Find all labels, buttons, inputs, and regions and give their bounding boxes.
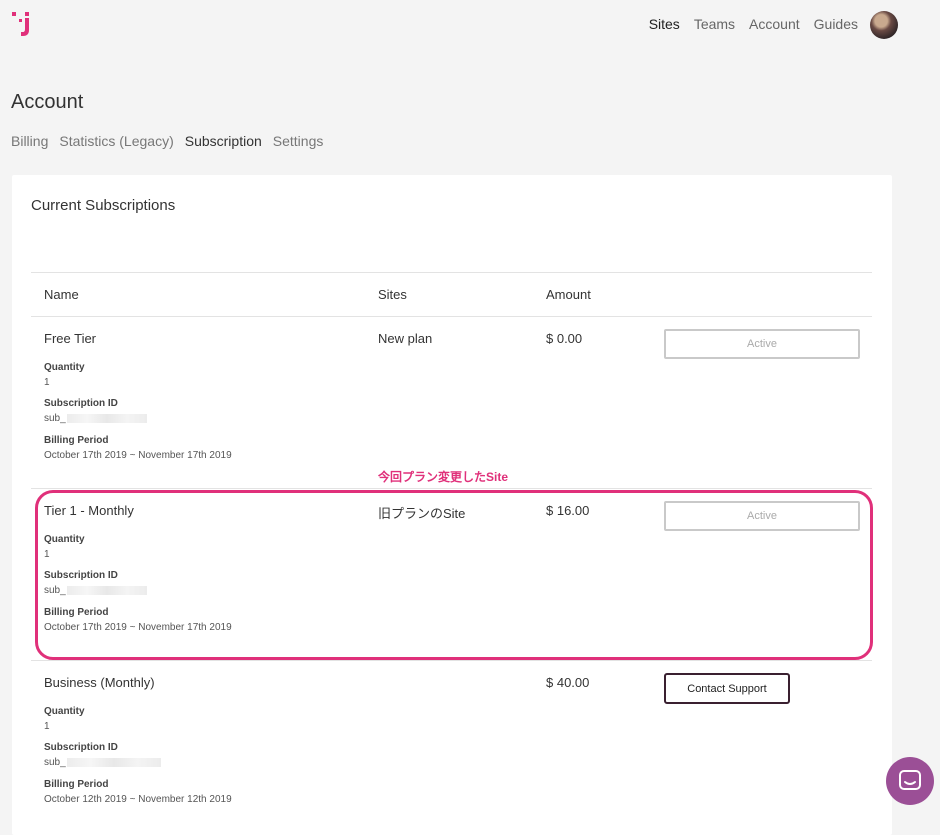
billing-period-value: October 17th 2019 ~ November 17th 2019 [44,450,232,461]
account-tabs: Billing Statistics (Legacy) Subscription… [11,133,323,149]
chat-bubble-icon [899,770,921,790]
divider [31,272,872,273]
subscription-amount: $ 0.00 [546,331,583,346]
subscription-sites: New plan [378,331,433,346]
redacted-id [67,758,161,767]
quantity-value: 1 [44,377,50,388]
nav-teams[interactable]: Teams [694,16,735,32]
redacted-id [67,414,147,423]
quantity-label: Quantity [44,362,85,373]
nav-account[interactable]: Account [749,16,800,32]
quantity-value: 1 [44,721,50,732]
annotation-highlight-box [35,490,873,660]
header-name: Name [44,287,79,302]
subscription-amount: $ 40.00 [546,675,590,690]
tab-statistics-legacy[interactable]: Statistics (Legacy) [59,133,173,149]
annotation-label: 今回プラン変更したSite [378,470,509,484]
brand-logo-icon[interactable] [10,10,34,40]
header-amount: Amount [546,287,591,302]
contact-support-button[interactable]: Contact Support [664,673,790,704]
avatar[interactable] [870,11,898,39]
nav-sites[interactable]: Sites [649,16,680,32]
active-button[interactable]: Active [664,329,860,359]
subscription-id-value: sub_ [44,413,66,424]
billing-period-label: Billing Period [44,779,109,790]
main-nav: Sites Teams Account Guides [649,16,858,32]
subscription-id-value: sub_ [44,757,66,768]
chat-button[interactable] [886,757,934,805]
tab-settings[interactable]: Settings [273,133,324,149]
billing-period-value: October 12th 2019 ~ November 12th 2019 [44,794,232,805]
page-title: Account [11,91,84,113]
subscription-name: Business (Monthly) [44,675,155,690]
table-row: Business (Monthly) $ 40.00 Quantity 1 Su… [12,661,892,833]
tab-billing[interactable]: Billing [11,133,48,149]
tab-subscription[interactable]: Subscription [185,133,262,149]
quantity-label: Quantity [44,706,85,717]
subscription-id-label: Subscription ID [44,742,118,753]
billing-period-label: Billing Period [44,435,109,446]
nav-guides[interactable]: Guides [814,16,858,32]
card-title: Current Subscriptions [31,197,176,214]
table-row: Free Tier New plan $ 0.00 Quantity 1 Sub… [12,317,892,489]
header-sites: Sites [378,287,407,302]
subscription-name: Free Tier [44,331,97,346]
subscription-id-label: Subscription ID [44,398,118,409]
top-bar: Sites Teams Account Guides [0,0,940,50]
